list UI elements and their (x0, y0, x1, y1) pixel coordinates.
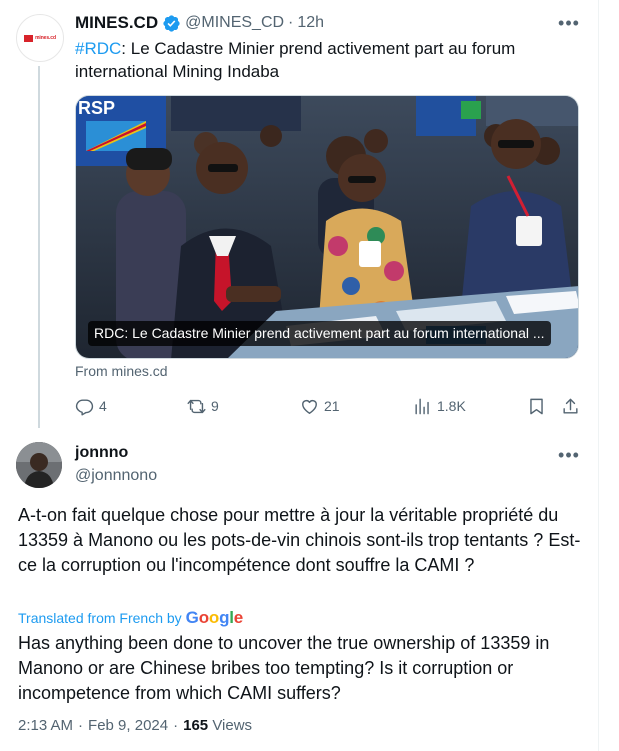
views-icon (415, 398, 429, 414)
avatar-photo (16, 442, 62, 488)
thread-connector-line (38, 66, 40, 428)
link-card[interactable]: RSP RDC: Le Cadastre Minier prend active… (75, 95, 579, 359)
bookmark-button[interactable] (527, 392, 546, 420)
logo-text: mines.cd (35, 35, 56, 41)
retweet-count: 9 (211, 398, 219, 414)
timeline-border (598, 0, 599, 751)
tweet-date[interactable]: Feb 9, 2024 (88, 717, 168, 734)
share-icon (563, 398, 578, 414)
views-count: 1.8K (437, 398, 466, 414)
display-name[interactable]: MINES.CD (75, 13, 158, 33)
separator-dot: · (78, 717, 84, 734)
handle[interactable]: @MINES_CD (185, 14, 284, 32)
translation-attribution[interactable]: Translated from French by Google (18, 608, 243, 628)
verified-badge-icon (163, 14, 180, 32)
mines-cd-logo: mines.cd (24, 34, 56, 42)
tweet-text-body: : Le Cadastre Minier prend activement pa… (75, 39, 516, 81)
jonnno-avatar[interactable] (16, 442, 62, 488)
separator-dot: · (288, 14, 294, 31)
reply-tweet[interactable]: jonnno @jonnnono ••• A-t-on fait quelque… (0, 430, 598, 751)
tweet-text: #RDC: Le Cadastre Minier prend activemen… (75, 37, 555, 83)
tweet-time[interactable]: 2:13 AM (18, 717, 73, 734)
card-banner-text: RSP (78, 98, 115, 118)
parent-tweet[interactable]: mines.cd MINES.CD @MINES_CD · 12h ••• #R… (0, 0, 598, 430)
like-button[interactable]: 21 (300, 392, 340, 420)
reply-button[interactable]: 4 (75, 392, 107, 420)
tweet-header: MINES.CD @MINES_CD · 12h (75, 12, 324, 34)
share-button[interactable] (561, 392, 580, 420)
heart-icon (302, 399, 317, 414)
retweet-icon (187, 399, 206, 413)
mines-cd-avatar[interactable]: mines.cd (16, 14, 64, 62)
tweet-metadata: 2:13 AM · Feb 9, 2024 · 165 Views (18, 717, 252, 734)
reply-count: 4 (99, 398, 107, 414)
action-bar: 4 9 21 1.8K (75, 392, 585, 420)
views-number: 165 (183, 717, 209, 734)
views-stat[interactable]: 165 Views (183, 717, 252, 734)
views-label: Views (212, 717, 253, 734)
avatar-column: mines.cd (16, 14, 64, 62)
more-icon[interactable]: ••• (558, 12, 580, 34)
card-caption[interactable]: RDC: Le Cadastre Minier prend activement… (88, 321, 551, 346)
timestamp[interactable]: 12h (297, 14, 324, 32)
retweet-button[interactable]: 9 (187, 392, 219, 420)
translated-text: Has anything been done to uncover the tr… (18, 633, 550, 703)
translated-from-label: Translated from French by (18, 610, 182, 626)
card-photo: RSP (76, 96, 578, 358)
card-source[interactable]: From mines.cd (75, 363, 168, 379)
more-icon[interactable]: ••• (558, 444, 580, 466)
handle[interactable]: @jonnnono (75, 467, 157, 485)
tweet-text: A-t-on fait quelque chose pour mettre à … (18, 505, 581, 575)
bookmark-icon (530, 398, 543, 414)
like-count: 21 (324, 398, 340, 414)
display-name[interactable]: jonnno (75, 444, 128, 462)
reply-icon (75, 398, 94, 416)
google-logo: Google (185, 608, 244, 627)
logo-square (24, 34, 34, 42)
views-button[interactable]: 1.8K (413, 392, 466, 420)
hashtag-link[interactable]: #RDC (75, 39, 121, 58)
separator-dot: · (173, 717, 179, 734)
